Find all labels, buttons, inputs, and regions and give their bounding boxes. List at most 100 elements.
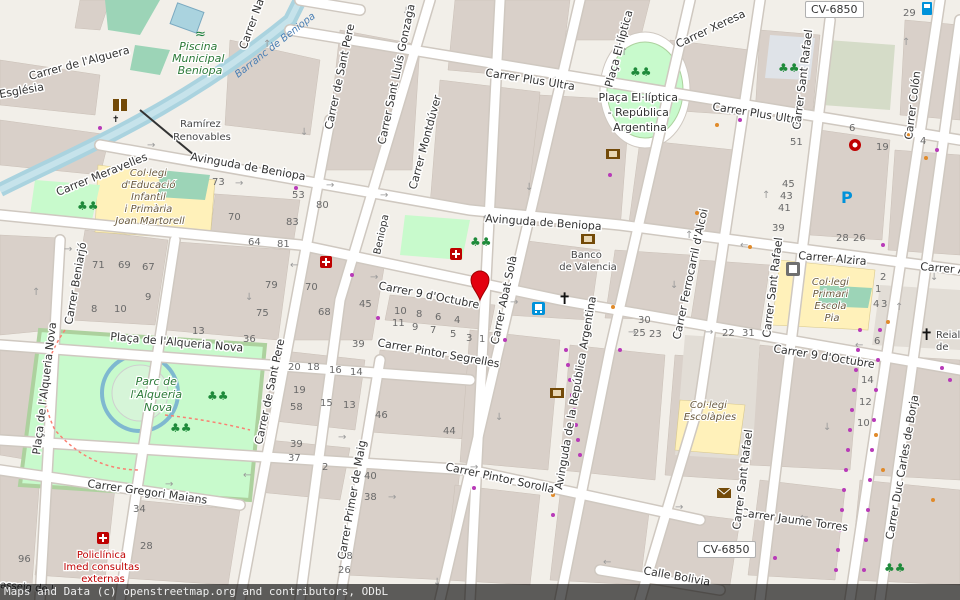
house-number: 16 xyxy=(329,365,342,376)
svg-text:→: → xyxy=(235,178,243,189)
house-number: 23 xyxy=(649,329,662,340)
house-number: 30 xyxy=(638,315,651,326)
house-number: 80 xyxy=(316,200,329,211)
house-number: 11 xyxy=(392,318,405,329)
svg-text:→: → xyxy=(510,297,518,308)
house-number: 14 xyxy=(350,367,363,378)
svg-text:→: → xyxy=(338,432,346,443)
house-number: 2 xyxy=(322,462,328,473)
road-shield: CV-6850 xyxy=(697,541,756,558)
svg-text:↓: ↓ xyxy=(823,422,831,433)
house-number: 81 xyxy=(277,239,290,250)
bank-icon xyxy=(550,388,564,398)
svg-text:→: → xyxy=(675,502,683,513)
house-number: 4 xyxy=(873,299,879,310)
library-icon xyxy=(113,99,127,111)
house-number: 10 xyxy=(857,418,870,429)
house-number: 28 xyxy=(836,233,849,244)
svg-text:→: → xyxy=(64,244,72,255)
house-number: 2 xyxy=(880,272,886,283)
park-icon: ♣♣ xyxy=(77,199,99,213)
map-canvas[interactable]: ↓↑↓ ↓↓↑ ↑↓→ →←→ →→← →→← →←↑ ←→← ↓↓→ →→← … xyxy=(0,0,960,600)
colegi-escolapies-label: Col·legi Escolàpies xyxy=(684,400,737,423)
house-number: 46 xyxy=(375,410,388,421)
piscina-label: Piscina Municipal Beniopa xyxy=(172,40,228,77)
house-number: 44 xyxy=(443,426,456,437)
hospital-icon xyxy=(97,532,109,544)
house-number: 51 xyxy=(790,137,803,148)
house-number: 71 xyxy=(92,260,105,271)
svg-text:→: → xyxy=(326,180,334,191)
house-number: 26 xyxy=(853,233,866,244)
house-number: 10 xyxy=(114,304,127,315)
house-number: 83 xyxy=(286,217,299,228)
house-number: 7 xyxy=(430,325,436,336)
svg-text:↓: ↓ xyxy=(245,292,253,303)
house-number: 6 xyxy=(849,123,855,134)
park-icon: ♣♣ xyxy=(630,65,652,79)
house-number: 70 xyxy=(305,282,318,293)
svg-text:→: → xyxy=(388,492,396,503)
bus-stop-icon xyxy=(532,302,545,315)
house-number: 70 xyxy=(228,212,241,223)
park-icon: ♣♣ xyxy=(207,389,229,403)
house-number: 36 xyxy=(243,334,256,345)
church-small-icon: ✝ xyxy=(112,115,120,125)
house-number: 13 xyxy=(343,400,356,411)
house-number: 34 xyxy=(133,504,146,515)
bank-icon xyxy=(606,149,620,159)
house-number: 19 xyxy=(876,142,889,153)
house-number: 67 xyxy=(142,262,155,273)
park-icon: ♣♣ xyxy=(170,421,192,435)
pharmacy-icon xyxy=(450,248,462,260)
house-number: 75 xyxy=(256,308,269,319)
svg-text:←: ← xyxy=(740,240,748,251)
fuel-icon xyxy=(922,2,932,15)
svg-text:→: → xyxy=(705,327,713,338)
road-shield: CV-6850 xyxy=(805,1,864,18)
house-number: 22 xyxy=(722,328,735,339)
house-number: 3 xyxy=(466,333,472,344)
house-number: 39 xyxy=(352,339,365,350)
house-number: 13 xyxy=(192,326,205,337)
house-number: 29 xyxy=(903,8,916,19)
svg-text:←: ← xyxy=(855,340,863,351)
park-icon: ♣♣ xyxy=(884,561,906,575)
house-number: 4 xyxy=(920,136,926,147)
map-view[interactable]: ↓ ↑ ↓ ↓ ↓ ↑ ↑ ↓ → → ← → → → ← → → ← → ← ↑ ← → ← ↓ ↓ → → → ← … xyxy=(0,0,960,600)
house-number: 15 xyxy=(320,398,333,409)
park-icon: ♣♣ xyxy=(778,61,800,75)
playground-icon xyxy=(786,262,800,276)
map-attribution[interactable]: Maps and Data (c) openstreetmap.org and … xyxy=(0,584,960,600)
house-number: 64 xyxy=(248,237,261,248)
house-number: 1 xyxy=(479,334,485,345)
svg-text:↓: ↓ xyxy=(670,280,678,291)
svg-text:←: ← xyxy=(243,470,251,481)
svg-text:→: → xyxy=(370,272,378,283)
house-number: 96 xyxy=(18,554,31,565)
house-number: 40 xyxy=(364,471,377,482)
svg-text:↑: ↑ xyxy=(895,302,903,313)
svg-text:←: ← xyxy=(290,260,298,271)
svg-text:↓: ↓ xyxy=(300,127,308,138)
svg-text:↓: ↓ xyxy=(525,182,533,193)
parking-icon: P xyxy=(841,188,853,207)
house-number: 3 xyxy=(881,299,887,310)
post-office-icon xyxy=(716,487,732,498)
house-number: 8 xyxy=(91,304,97,315)
house-number: 58 xyxy=(290,402,303,413)
house-number: 39 xyxy=(290,439,303,450)
house-number: 26 xyxy=(338,565,351,576)
house-number: 25 xyxy=(633,328,646,339)
house-number: 28 xyxy=(140,541,153,552)
swimming-icon: ≈ xyxy=(195,27,206,42)
house-number: 6 xyxy=(435,312,441,323)
pharmacy-icon xyxy=(320,256,332,268)
attribution-text: Maps and Data (c) openstreetmap.org and … xyxy=(4,585,389,598)
house-number: 45 xyxy=(359,299,372,310)
house-number: 79 xyxy=(265,280,278,291)
house-number: 9 xyxy=(412,322,418,333)
house-number: 38 xyxy=(364,492,377,503)
house-number: 39 xyxy=(772,223,785,234)
house-number: 8 xyxy=(416,309,422,320)
